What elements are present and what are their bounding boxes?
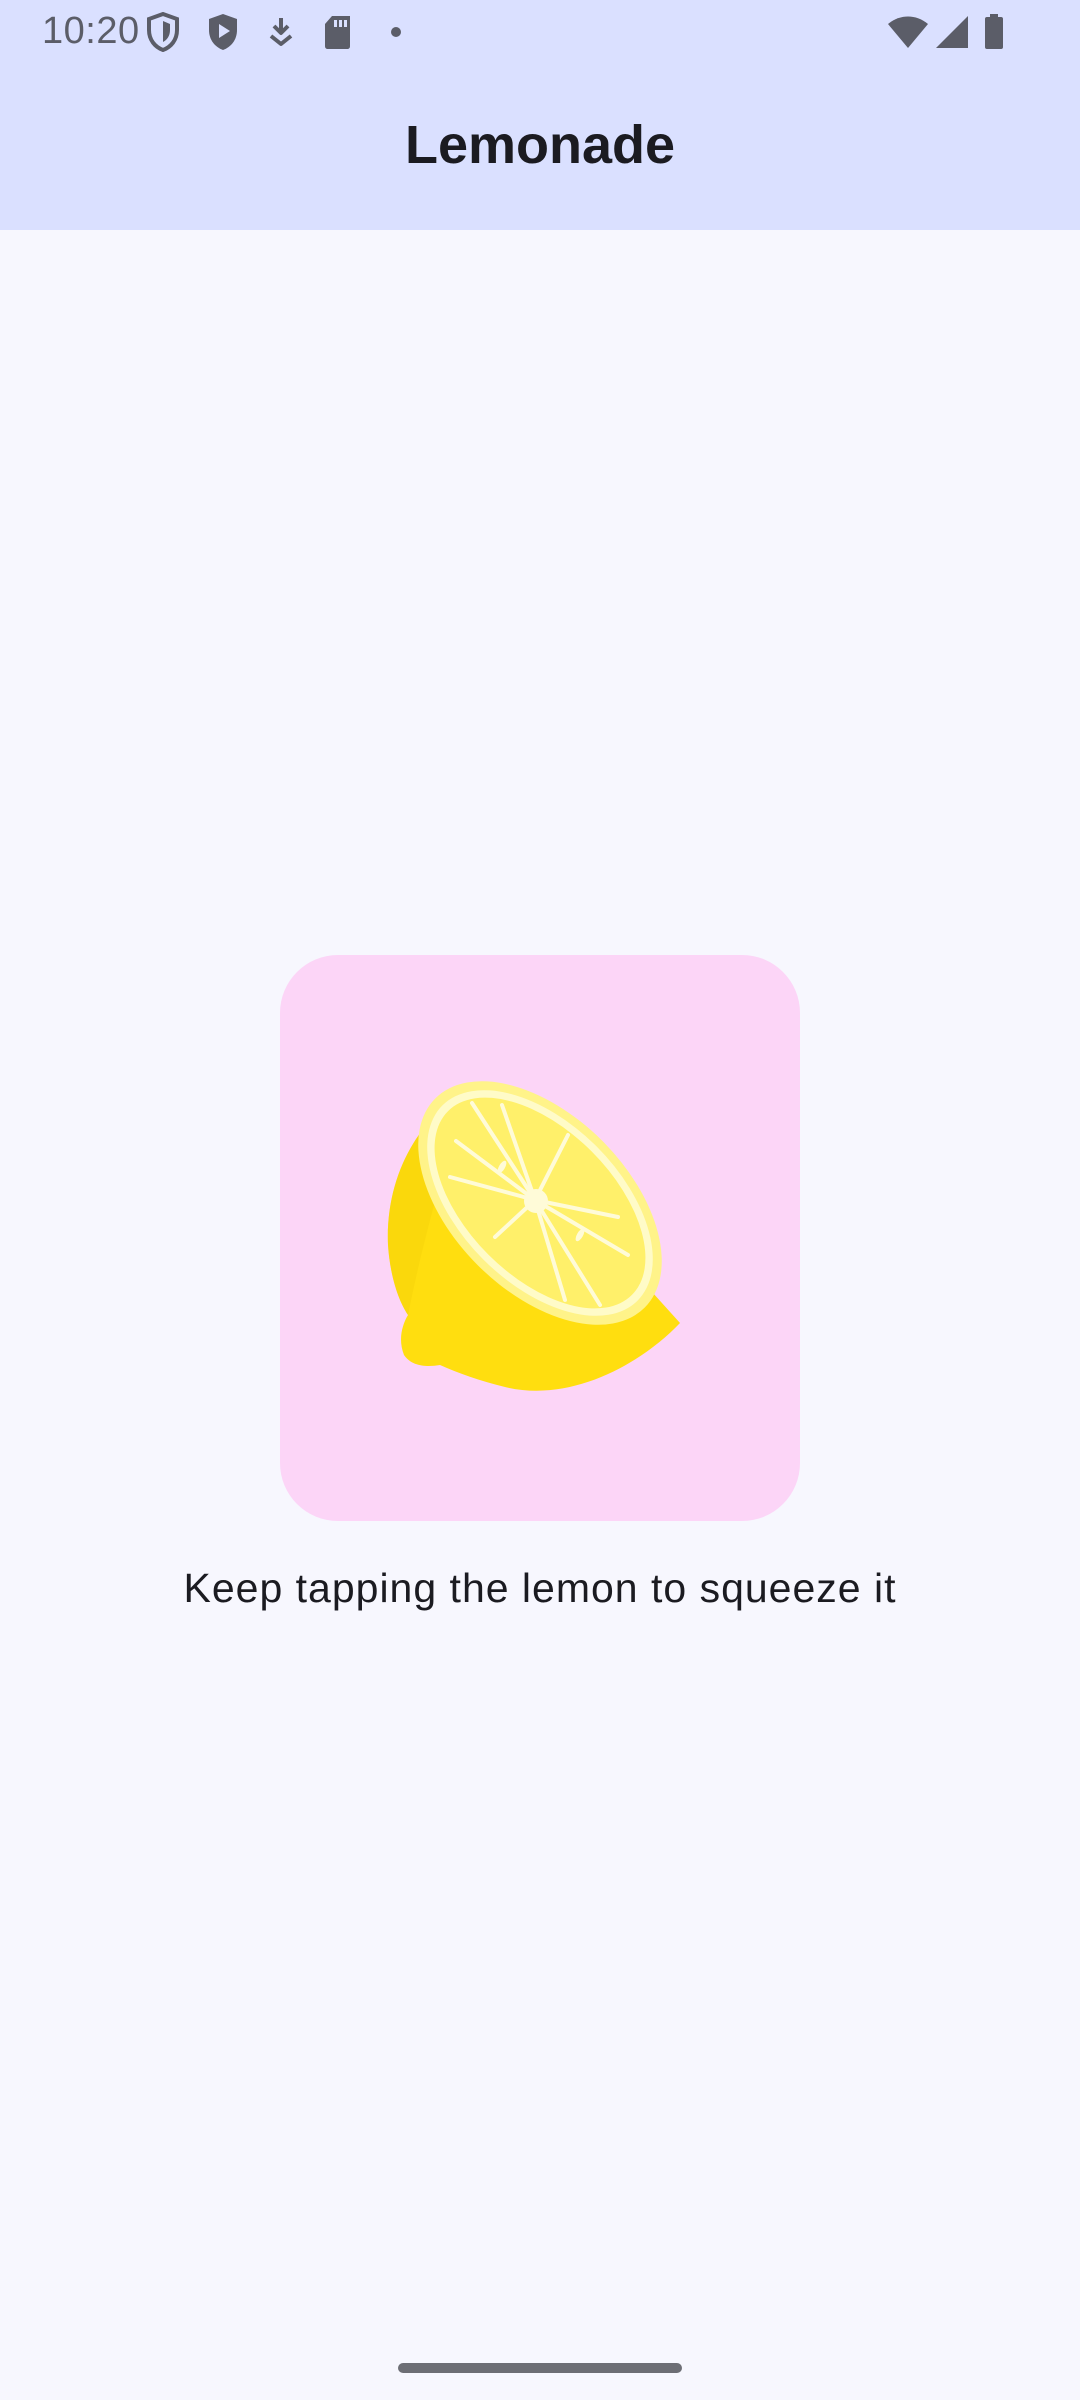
status-time: 10:20 [42, 10, 140, 52]
lemonade-screen: 10:20 Lemonade Keep tapping the lemon to… [0, 0, 1080, 2400]
app-title: Lemonade [404, 115, 676, 175]
lemon-image-button[interactable] [280, 955, 800, 1521]
notification-dot-icon [391, 27, 401, 37]
top-app-bar: 10:20 Lemonade [0, 0, 1080, 230]
wifi-icon [888, 16, 928, 48]
instruction-text: Keep tapping the lemon to squeeze it [183, 1565, 897, 1611]
play-shield-icon [209, 14, 237, 50]
squeezed-lemon-image [387, 1081, 680, 1391]
status-bar: 10:20 [0, 0, 1080, 62]
battery-icon [985, 14, 1003, 49]
sd-card-icon [325, 16, 350, 49]
gesture-nav-handle[interactable] [398, 2363, 682, 2373]
cellular-signal-icon [936, 16, 968, 48]
shield-outline-icon [147, 12, 179, 52]
download-icon [269, 18, 293, 46]
